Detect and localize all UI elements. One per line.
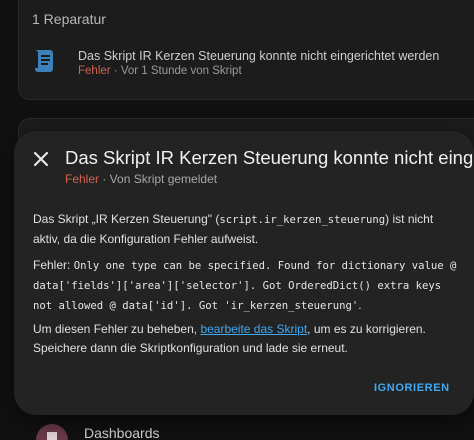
fix-paragraph: Um diesen Fehler zu beheben, bearbeite d… — [33, 320, 463, 358]
repair-item-severity: Fehler — [78, 65, 111, 77]
description-prefix: Das Skript „IR Kerzen Steuerung" ( — [33, 212, 220, 226]
repair-item-time: · Vor 1 Stunde von Skript — [110, 65, 242, 77]
error-suffix: . — [358, 298, 362, 312]
error-paragraph: Fehler: Only one type can be specified. … — [33, 256, 463, 316]
error-message: Only one type can be specified. Found fo… — [33, 260, 457, 312]
close-icon[interactable] — [30, 148, 52, 170]
dashboards-label[interactable]: Dashboards — [84, 425, 160, 440]
repair-item-title[interactable]: Das Skript IR Kerzen Steuerung konnte ni… — [78, 49, 439, 63]
description-paragraph: Das Skript „IR Kerzen Steuerung" (script… — [33, 210, 463, 249]
fix-prefix: Um diesen Fehler zu beheben, — [33, 322, 201, 336]
repair-item-meta: Fehler · Vor 1 Stunde von Skript — [78, 65, 242, 77]
dialog-subtitle: Fehler · Von Skript gemeldet — [65, 172, 217, 186]
ignore-button[interactable]: IGNORIEREN — [374, 382, 450, 394]
script-icon — [34, 47, 56, 75]
dialog-title: Das Skript IR Kerzen Steuerung konnte ni… — [65, 147, 474, 168]
page: 1 Reparatur Das Skript IR Kerzen Steueru… — [0, 0, 474, 440]
entity-id: script.ir_kerzen_steuerung — [219, 214, 386, 226]
dashboards-icon — [36, 424, 68, 440]
edit-script-link[interactable]: bearbeite das Skript — [200, 322, 307, 336]
dialog-severity: Fehler — [65, 172, 100, 186]
dialog-source: · Von Skript gemeldet — [99, 172, 218, 186]
error-label: Fehler: — [33, 258, 71, 272]
repair-dialog: Das Skript IR Kerzen Steuerung konnte ni… — [14, 131, 474, 415]
repairs-header: 1 Reparatur — [32, 11, 106, 27]
